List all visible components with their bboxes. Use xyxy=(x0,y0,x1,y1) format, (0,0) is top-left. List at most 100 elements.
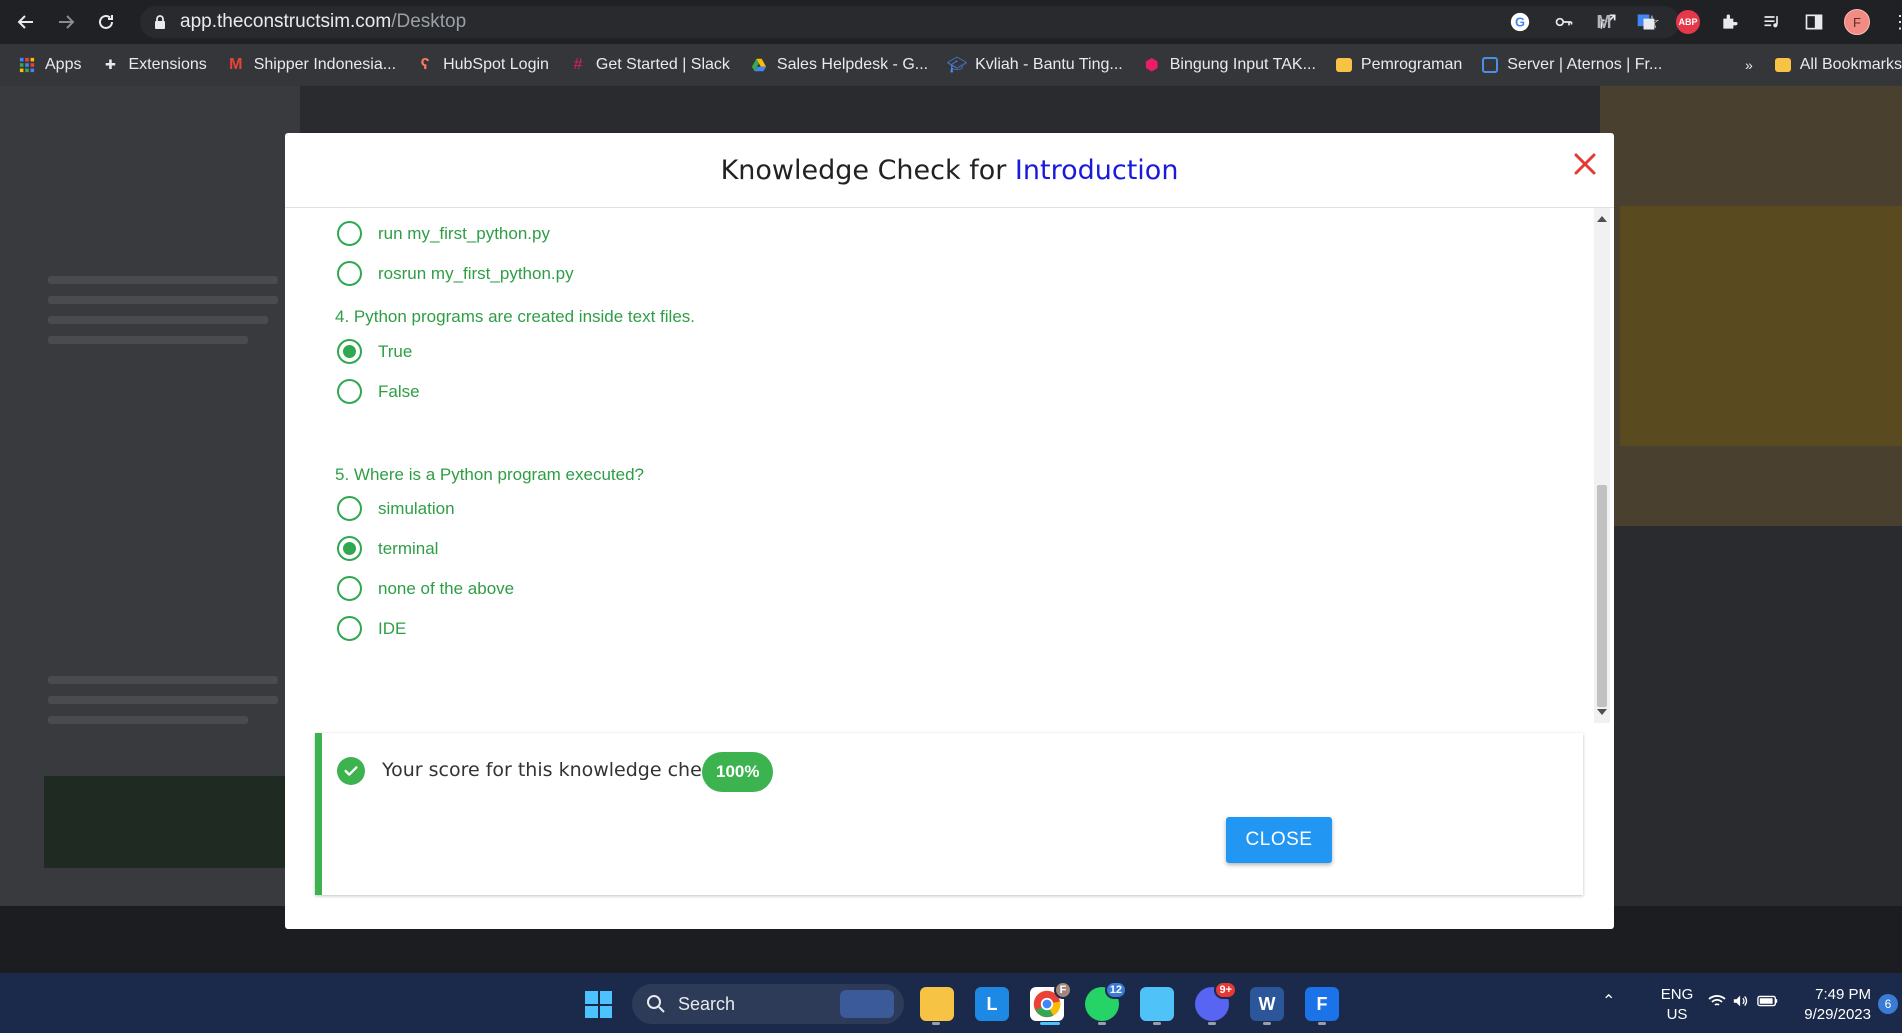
aternos-icon xyxy=(1482,57,1499,73)
key-icon[interactable] xyxy=(1552,10,1576,34)
backdrop-simulation-floor xyxy=(1620,206,1902,446)
option-true[interactable]: True xyxy=(337,339,412,364)
option-run-my-first-python[interactable]: run my_first_python.py xyxy=(337,221,550,246)
option-terminal[interactable]: terminal xyxy=(337,536,438,561)
backdrop-text-line xyxy=(48,676,278,684)
reload-button[interactable] xyxy=(86,2,126,42)
bookmark-shipper[interactable]: M Shipper Indonesia... xyxy=(227,56,396,74)
bookmark-bingung[interactable]: ⬢ Bingung Input TAK... xyxy=(1143,56,1316,74)
running-indicator xyxy=(1208,1022,1216,1025)
whatsapp-badge: 12 xyxy=(1104,981,1127,999)
active-indicator xyxy=(1040,1022,1060,1025)
discord-badge: 9+ xyxy=(1214,981,1237,999)
option-false[interactable]: False xyxy=(337,379,420,404)
graduation-cap-icon: 🎓︎ xyxy=(946,57,968,74)
radio-button[interactable] xyxy=(337,616,362,641)
windows-taskbar: Search L F 12 9+ W F ⌃ ENG US 7:49 PM 9/… xyxy=(0,973,1902,1033)
menu-kebab-icon[interactable]: ⋮ xyxy=(1888,10,1902,34)
forward-button[interactable] xyxy=(46,2,86,42)
modal-scrollbar[interactable] xyxy=(1594,208,1610,723)
chrome-profile-badge: F xyxy=(1054,981,1072,999)
bookmark-sales-helpdesk[interactable]: Sales Helpdesk - G... xyxy=(750,56,928,74)
chevron-up-icon[interactable]: ⌃ xyxy=(1602,991,1615,1011)
search-highlight-icon xyxy=(840,990,894,1018)
taskbar-search[interactable]: Search xyxy=(632,984,904,1024)
bookmark-pemrograman[interactable]: Pemrograman xyxy=(1335,56,1462,74)
backdrop-text-line xyxy=(48,716,248,724)
reload-icon xyxy=(99,14,113,29)
radio-button[interactable] xyxy=(337,221,362,246)
option-rosrun-my-first-python[interactable]: rosrun my_first_python.py xyxy=(337,261,574,286)
extension-m-icon[interactable]: M xyxy=(1592,10,1616,34)
lock-icon xyxy=(155,15,165,29)
bookmark-apps[interactable]: Apps xyxy=(18,56,81,74)
bookmarks-bar: Apps ✚ Extensions M Shipper Indonesia... ʕ… xyxy=(0,44,1902,86)
browser-toolbar: app.theconstructsim.com/Desktop G ☆ M AB… xyxy=(0,0,1902,44)
back-button[interactable] xyxy=(6,2,46,42)
bookmark-slack[interactable]: # Get Started | Slack xyxy=(569,56,729,74)
apps-grid-icon xyxy=(18,56,36,74)
google-icon[interactable]: G xyxy=(1508,10,1532,34)
file-explorer-icon[interactable] xyxy=(920,987,954,1021)
scroll-down-arrow-icon[interactable] xyxy=(1597,709,1607,715)
windows-start-icon[interactable] xyxy=(585,991,612,1018)
running-indicator xyxy=(1153,1022,1161,1025)
word-icon[interactable]: W xyxy=(1250,987,1284,1021)
option-ide[interactable]: IDE xyxy=(337,616,406,641)
notification-count-badge[interactable]: 6 xyxy=(1878,994,1898,1014)
address-bar[interactable]: app.theconstructsim.com/Desktop G ☆ xyxy=(140,6,1680,38)
modal-header: Knowledge Check for Introduction xyxy=(285,133,1614,208)
url-host: app.theconstructsim.com xyxy=(180,11,392,32)
scroll-up-arrow-icon[interactable] xyxy=(1597,216,1607,222)
battery-icon[interactable] xyxy=(1757,994,1779,1013)
close-icon[interactable] xyxy=(1570,149,1600,179)
bookmark-hubspot[interactable]: ʕ HubSpot Login xyxy=(416,56,549,74)
all-bookmarks-folder[interactable]: All Bookmarks xyxy=(1774,56,1902,74)
url-path: /Desktop xyxy=(391,11,467,32)
bookmark-extensions[interactable]: ✚ Extensions xyxy=(101,56,207,74)
option-none-of-the-above[interactable]: none of the above xyxy=(337,576,514,601)
close-button[interactable]: CLOSE xyxy=(1226,817,1332,863)
app-l-icon[interactable]: L xyxy=(975,987,1009,1021)
scrollbar-thumb[interactable] xyxy=(1597,485,1607,707)
folder-icon xyxy=(1335,58,1352,72)
side-panel-icon[interactable] xyxy=(1802,10,1826,34)
adblock-icon[interactable]: ABP xyxy=(1676,10,1700,34)
translate-icon[interactable] xyxy=(1634,10,1658,34)
profile-avatar[interactable]: F xyxy=(1844,9,1870,35)
chrome-icon[interactable]: F xyxy=(1030,981,1072,1021)
arrow-right-icon xyxy=(59,15,75,29)
running-indicator xyxy=(932,1022,940,1025)
bookmark-kvliah[interactable]: 🎓︎ Kvliah - Bantu Ting... xyxy=(946,56,1123,74)
app-f-icon[interactable]: F xyxy=(1305,987,1339,1021)
score-badge: 100% xyxy=(702,752,774,792)
radio-button[interactable] xyxy=(337,576,362,601)
discord-icon[interactable]: 9+ xyxy=(1195,981,1237,1021)
radio-button[interactable] xyxy=(337,261,362,286)
gmail-icon: M xyxy=(229,56,243,73)
language-indicator[interactable]: ENG US xyxy=(1657,985,1697,1025)
hubspot-icon: ʕ xyxy=(420,56,430,73)
svg-text:G: G xyxy=(1515,15,1525,30)
option-simulation[interactable]: simulation xyxy=(337,496,455,521)
questions-scroll-area[interactable]: run my_first_python.py rosrun my_first_p… xyxy=(285,208,1614,720)
whatsapp-icon[interactable]: 12 xyxy=(1085,981,1127,1021)
arrow-left-icon xyxy=(17,15,33,29)
notepad-icon[interactable] xyxy=(1140,987,1174,1021)
volume-icon[interactable] xyxy=(1732,993,1750,1014)
radio-button-selected[interactable] xyxy=(337,339,362,364)
running-indicator xyxy=(1098,1022,1106,1025)
backdrop-text-line xyxy=(48,336,248,344)
bookmarks-overflow-button[interactable]: » xyxy=(1745,57,1753,73)
backdrop-text-line xyxy=(48,696,278,704)
radio-button-selected[interactable] xyxy=(337,536,362,561)
extensions-puzzle-icon[interactable] xyxy=(1718,10,1742,34)
wifi-icon[interactable] xyxy=(1707,993,1727,1014)
reading-list-icon[interactable] xyxy=(1760,10,1784,34)
radio-button[interactable] xyxy=(337,496,362,521)
clock[interactable]: 7:49 PM 9/29/2023 xyxy=(1791,985,1871,1025)
bookmark-aternos[interactable]: Server | Aternos | Fr... xyxy=(1482,56,1662,74)
drive-icon xyxy=(750,56,768,74)
question-5-text: 5. Where is a Python program executed? xyxy=(335,465,644,484)
radio-button[interactable] xyxy=(337,379,362,404)
